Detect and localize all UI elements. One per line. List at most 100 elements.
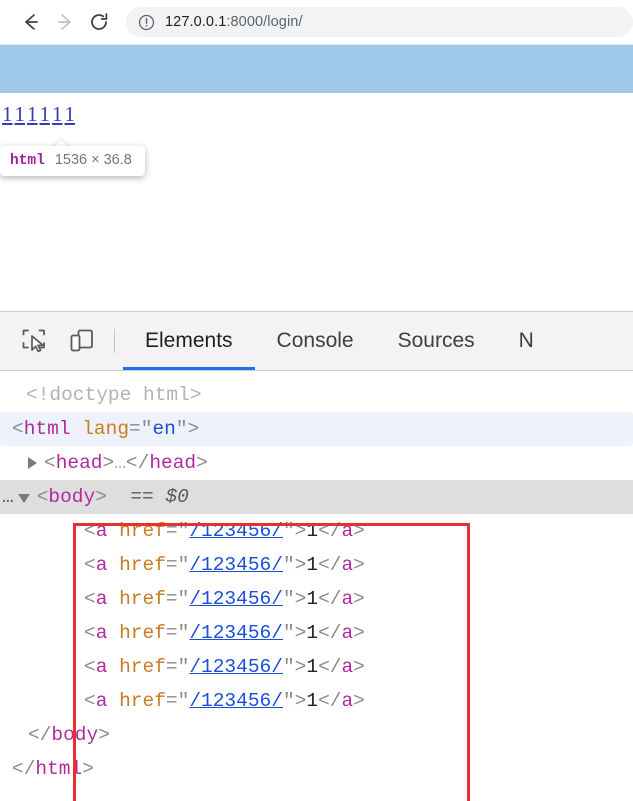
html-attr-value: en — [152, 418, 176, 440]
anchor-attr-name: href — [119, 622, 166, 644]
anchor-tag-name: a — [95, 554, 108, 576]
page-link[interactable]: 1 — [40, 102, 51, 126]
tab-console-label: Console — [276, 329, 354, 352]
anchor-tag-name: a — [95, 622, 108, 644]
tab-elements[interactable]: Elements — [123, 312, 255, 370]
head-tag-name: head — [55, 452, 103, 474]
tab-sources-label: Sources — [397, 329, 475, 352]
tab-network[interactable]: N — [497, 312, 556, 370]
page-link-list: 111111 — [2, 102, 77, 127]
html-tag-name: html — [23, 418, 71, 440]
body-overflow-ellipsis: … — [2, 486, 14, 508]
dom-row-anchor[interactable]: < a href ="/123456/"> 1 </a> — [0, 548, 633, 582]
body-tag-name: body — [48, 486, 96, 508]
page-link[interactable]: 1 — [15, 102, 26, 126]
anchor-quote-gt: "> — [282, 520, 307, 542]
reload-button[interactable] — [82, 5, 116, 39]
doctype-text: <!doctype html> — [26, 384, 202, 406]
anchor-attr-name: href — [119, 520, 166, 542]
tab-sources[interactable]: Sources — [376, 312, 497, 370]
page-link[interactable]: 1 — [65, 102, 76, 126]
dom-row-anchor[interactable]: < a href ="/123456/"> 1 </a> — [0, 616, 633, 650]
devtools-toolbar: Elements Console Sources N — [0, 312, 633, 371]
head-open-text: <head> — [44, 452, 115, 474]
anchor-attr-value[interactable]: /123456/ — [189, 582, 283, 616]
body-close-text: </body> — [28, 724, 110, 746]
anchor-attr-name: href — [119, 554, 166, 576]
body-selected-marker: == $0 — [130, 486, 189, 508]
expand-triangle-head-icon[interactable] — [28, 457, 37, 469]
anchor-tag-name: a — [95, 588, 108, 610]
devtools-panel: Elements Console Sources N <!doctype htm… — [0, 311, 633, 801]
anchor-attr-value[interactable]: /123456/ — [189, 684, 283, 718]
anchor-attr-value[interactable]: /123456/ — [189, 650, 283, 684]
anchor-open-bracket: < — [84, 622, 96, 644]
anchor-quote-gt: "> — [282, 656, 307, 678]
dom-row-html-close[interactable]: </html> — [0, 752, 633, 786]
inspect-element-button[interactable] — [10, 312, 58, 370]
anchor-open-bracket: < — [84, 690, 96, 712]
page-link[interactable]: 1 — [27, 102, 38, 126]
html-attr-name: lang — [82, 418, 130, 440]
anchor-attr-value[interactable]: /123456/ — [189, 514, 283, 548]
tab-console[interactable]: Console — [255, 312, 376, 370]
anchor-attr-name: href — [119, 588, 166, 610]
anchor-eq-quote: =" — [165, 656, 190, 678]
body-open-text: <body> — [36, 486, 107, 508]
reload-icon — [91, 13, 108, 30]
address-bar[interactable]: 127.0.0.1:8000/login/ — [126, 7, 633, 37]
dom-row-anchor[interactable]: < a href ="/123456/"> 1 </a> — [0, 684, 633, 718]
tab-network-label: N — [518, 329, 534, 352]
anchor-text-content: 1 — [306, 554, 319, 576]
dom-row-doctype[interactable]: <!doctype html> — [0, 378, 633, 412]
anchor-open-bracket: < — [84, 520, 96, 542]
url-text: 127.0.0.1:8000/login/ — [165, 14, 303, 30]
page-link[interactable]: 1 — [2, 102, 13, 126]
head-ellipsis: … — [114, 452, 126, 474]
dom-row-html-open[interactable]: < html lang =" en "> — [0, 412, 633, 446]
anchor-open-bracket: < — [84, 554, 96, 576]
html-quote-gt: "> — [175, 418, 200, 440]
html-open-bracket: < — [12, 418, 24, 440]
anchor-open-bracket: < — [84, 656, 96, 678]
dom-row-anchor[interactable]: < a href ="/123456/"> 1 </a> — [0, 650, 633, 684]
anchor-text-content: 1 — [306, 588, 319, 610]
dom-row-head[interactable]: <head>… </head> — [0, 446, 633, 480]
anchor-row-group: < a href ="/123456/"> 1 </a> < a href ="/123456… — [0, 514, 633, 718]
tooltip-tag-name: html — [10, 153, 45, 169]
html-eq-quote: =" — [129, 418, 153, 440]
anchor-close-tag: </a> — [318, 690, 365, 712]
dom-row-body-open[interactable]: … <body> == $0 — [0, 480, 633, 514]
anchor-tag-name: a — [95, 520, 108, 542]
collapse-triangle-body-icon[interactable] — [17, 493, 30, 503]
device-toolbar-button[interactable] — [58, 312, 106, 370]
anchor-eq-quote: =" — [165, 554, 190, 576]
anchor-eq-quote: =" — [165, 622, 190, 644]
dom-row-body-close[interactable]: </body> — [0, 718, 633, 752]
element-highlight-overlay — [0, 45, 633, 93]
anchor-quote-gt: "> — [282, 554, 307, 576]
element-info-tooltip: html 1536 × 36.8 — [0, 146, 145, 176]
anchor-attr-value[interactable]: /123456/ — [189, 548, 283, 582]
anchor-text-content: 1 — [306, 520, 319, 542]
dom-row-anchor[interactable]: < a href ="/123456/"> 1 </a> — [0, 514, 633, 548]
info-circle-icon[interactable] — [138, 14, 155, 31]
anchor-eq-quote: =" — [165, 588, 190, 610]
anchor-text-content: 1 — [306, 656, 319, 678]
browser-toolbar: 127.0.0.1:8000/login/ — [0, 0, 633, 44]
page-link[interactable]: 1 — [52, 102, 63, 126]
anchor-quote-gt: "> — [282, 690, 307, 712]
device-toolbar-icon — [70, 329, 93, 352]
url-host: 127.0.0.1 — [165, 14, 227, 30]
anchor-eq-quote: =" — [165, 690, 190, 712]
page-viewport: 111111 html 1536 × 36.8 — [0, 44, 633, 311]
dom-row-anchor[interactable]: < a href ="/123456/"> 1 </a> — [0, 582, 633, 616]
anchor-attr-value[interactable]: /123456/ — [189, 616, 283, 650]
anchor-quote-gt: "> — [282, 622, 307, 644]
html-close-text: </html> — [12, 758, 94, 780]
back-button[interactable] — [14, 5, 48, 39]
anchor-eq-quote: =" — [165, 520, 190, 542]
toolbar-divider — [114, 329, 115, 353]
forward-button[interactable] — [48, 5, 82, 39]
url-path: :8000/login/ — [226, 14, 303, 30]
